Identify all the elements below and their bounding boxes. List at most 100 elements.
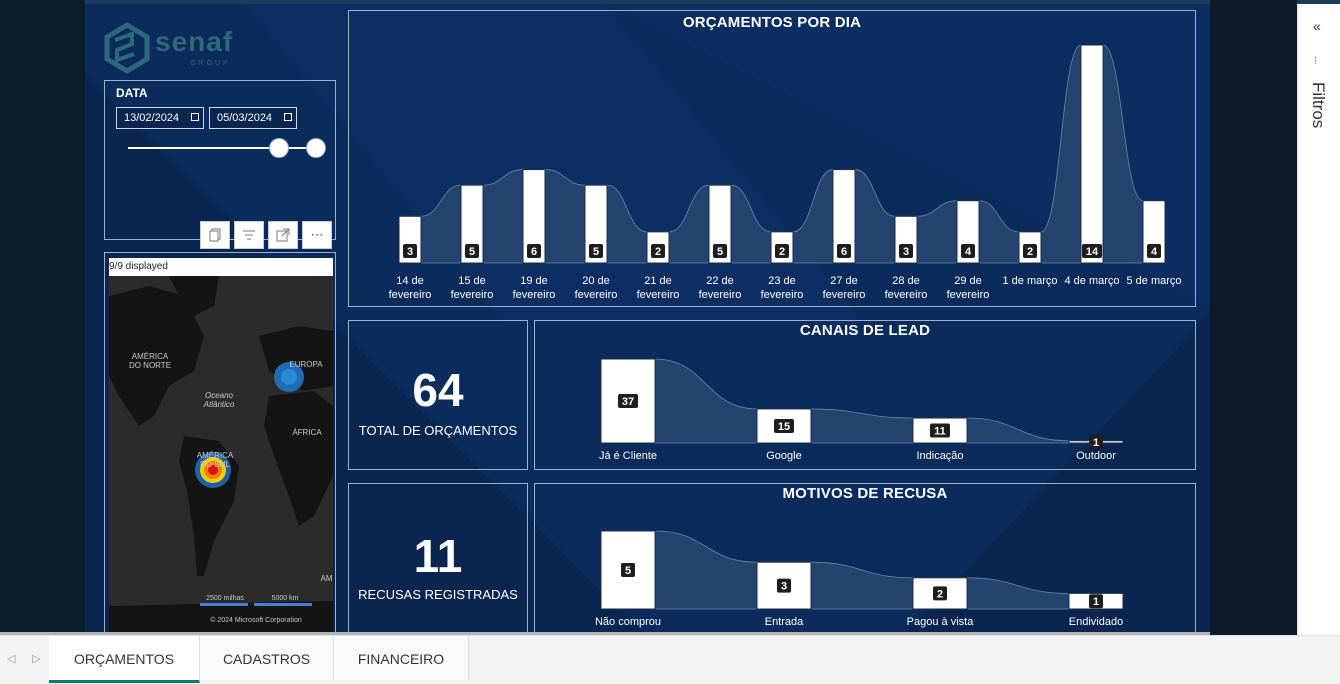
data-label: 1 xyxy=(1093,437,1099,449)
category-label: 27 de xyxy=(830,275,858,287)
filter-pane-icon: ⫶ xyxy=(1314,56,1317,67)
more-options-button[interactable]: ⋯ xyxy=(302,221,332,249)
ribbon-area xyxy=(600,358,1124,444)
total-budgets-value: 64 xyxy=(412,364,464,416)
category-label: fevereiro xyxy=(637,289,680,301)
data-label: 2 xyxy=(655,246,661,258)
label-south-america: AMÉRICA DO SUL xyxy=(196,451,234,469)
refusal-reasons-chart: 5 Não comprou 3 Entrada 2 Pagou à vista 1 Endiv… xyxy=(595,530,1124,628)
collapse-pane-icon[interactable]: « xyxy=(1313,18,1321,34)
logo-wordmark: senaf xyxy=(155,26,234,57)
lead-channels-panel: CANAIS DE LEAD 37 Já é Cliente 15 Google 11 I… xyxy=(534,320,1196,470)
data-label: 5 xyxy=(593,246,599,258)
data-label: 5 xyxy=(717,246,723,258)
category-label: Endividado xyxy=(1069,616,1123,628)
date-range-start-handle[interactable] xyxy=(269,138,289,158)
scale-km: 5000 km xyxy=(271,595,299,602)
category-label: 14 de xyxy=(396,275,424,287)
data-label: 2 xyxy=(937,588,943,600)
date-slicer-label: DATA xyxy=(116,86,148,100)
category-label: Não comprou xyxy=(595,616,661,628)
data-label: 15 xyxy=(778,421,790,433)
refusals-value: 11 xyxy=(413,530,463,582)
budgets-per-day-chart: 3 14 de fevereiro 5 15 de fevereiro 6 19 de feve… xyxy=(389,44,1182,301)
category-label: 4 de março xyxy=(1064,275,1119,287)
category-label: fevereiro xyxy=(451,289,494,301)
expand-icon xyxy=(276,228,290,242)
filter-icon xyxy=(243,230,255,240)
lead-channels-chart: 37 Já é Cliente 15 Google 11 Indicação 1Outdoo… xyxy=(599,358,1124,462)
copy-icon xyxy=(209,228,221,242)
total-budgets-label: TOTAL DE ORÇAMENTOS xyxy=(358,423,518,438)
map-visual: 9/9 displayed AMÉRICA DO NORTE Oceano At… xyxy=(104,252,336,634)
category-label: 28 de xyxy=(892,275,920,287)
left-gutter xyxy=(0,0,85,635)
data-label: 3 xyxy=(781,581,787,593)
data-label: 1 xyxy=(1093,596,1099,608)
category-label: fevereiro xyxy=(575,289,618,301)
start-date-input[interactable]: 13/02/2024 xyxy=(116,107,204,129)
category-label: 23 de xyxy=(768,275,796,287)
end-date-input[interactable]: 05/03/2024 xyxy=(209,107,297,129)
data-label: 6 xyxy=(841,246,847,258)
category-label: Outdoor xyxy=(1076,450,1116,462)
data-label: 37 xyxy=(622,396,634,408)
scale-miles: 2500 milhas xyxy=(206,595,244,602)
focus-mode-button[interactable] xyxy=(268,221,298,249)
label-europe: EUROPA xyxy=(289,360,323,369)
tab-financeiro[interactable]: FINANCEIRO xyxy=(334,636,469,680)
data-label: 6 xyxy=(531,246,537,258)
category-label: Já é Cliente xyxy=(599,450,657,462)
category-label: Google xyxy=(766,450,801,462)
previous-page-icon[interactable]: ◁ xyxy=(7,652,15,665)
filters-pane[interactable]: « ⫶ Filtros xyxy=(1297,4,1340,635)
refusal-reasons-panel: MOTIVOS DE RECUSA 5 Não comprou 3 Entrada 2 P… xyxy=(534,483,1196,635)
category-label: 1 de março xyxy=(1002,275,1057,287)
category-label: fevereiro xyxy=(823,289,866,301)
map-canvas[interactable]: AMÉRICA DO NORTE Oceano Atlântico EUROPA… xyxy=(109,276,333,632)
data-label: 3 xyxy=(407,246,413,258)
category-label: 5 de março xyxy=(1126,275,1181,287)
bar[interactable] xyxy=(1080,44,1104,264)
copy-visual-button[interactable] xyxy=(200,221,230,249)
category-label: 15 de xyxy=(458,275,486,287)
page-tabs-bar: ◁ ▷ ORÇAMENTOS CADASTROS FINANCEIRO xyxy=(0,635,1340,684)
ribbon-area xyxy=(600,530,1124,610)
label-africa: ÁFRICA xyxy=(292,428,322,437)
data-label: 4 xyxy=(1151,246,1158,258)
label-asia-edge: AM xyxy=(320,574,333,583)
category-label: fevereiro xyxy=(761,289,804,301)
total-budgets-card: 64 TOTAL DE ORÇAMENTOS xyxy=(348,320,528,470)
category-label: 21 de xyxy=(644,275,672,287)
category-label: 22 de xyxy=(706,275,734,287)
date-range-track xyxy=(128,147,318,149)
next-page-icon[interactable]: ▷ xyxy=(32,652,40,665)
calendar-icon[interactable] xyxy=(191,113,199,121)
end-date-value: 05/03/2024 xyxy=(217,112,273,124)
data-label: 4 xyxy=(965,246,972,258)
data-label: 3 xyxy=(903,246,909,258)
data-label: 11 xyxy=(934,426,946,438)
category-label: fevereiro xyxy=(389,289,432,301)
category-label: Pagou à vista xyxy=(907,616,975,628)
date-range-end-handle[interactable] xyxy=(306,138,326,158)
start-date-value: 13/02/2024 xyxy=(124,112,180,124)
date-slicer: DATA 13/02/2024 05/03/2024 xyxy=(104,80,336,240)
calendar-icon[interactable] xyxy=(284,113,292,121)
data-label: 5 xyxy=(469,246,475,258)
right-gutter xyxy=(1210,0,1297,635)
tab-orcamentos[interactable]: ORÇAMENTOS xyxy=(49,636,200,683)
data-label: 5 xyxy=(625,565,631,577)
data-label: 2 xyxy=(1027,246,1033,258)
map-copyright: © 2024 Microsoft Corporation xyxy=(210,617,302,624)
data-label: 2 xyxy=(779,246,785,258)
category-label: fevereiro xyxy=(513,289,556,301)
category-label: fevereiro xyxy=(885,289,928,301)
category-label: Entrada xyxy=(765,616,804,628)
budgets-per-day-panel: ORÇAMENTOS POR DIA 3 14 de fevereiro 5 15 de… xyxy=(348,10,1196,307)
refusals-card: 11 RECUSAS REGISTRADAS xyxy=(348,483,528,635)
tab-cadastros[interactable]: CADASTROS xyxy=(200,636,334,680)
map-displayed-count: 9/9 displayed xyxy=(109,258,333,276)
category-label: 29 de xyxy=(954,275,982,287)
filter-visual-button[interactable] xyxy=(234,221,264,249)
